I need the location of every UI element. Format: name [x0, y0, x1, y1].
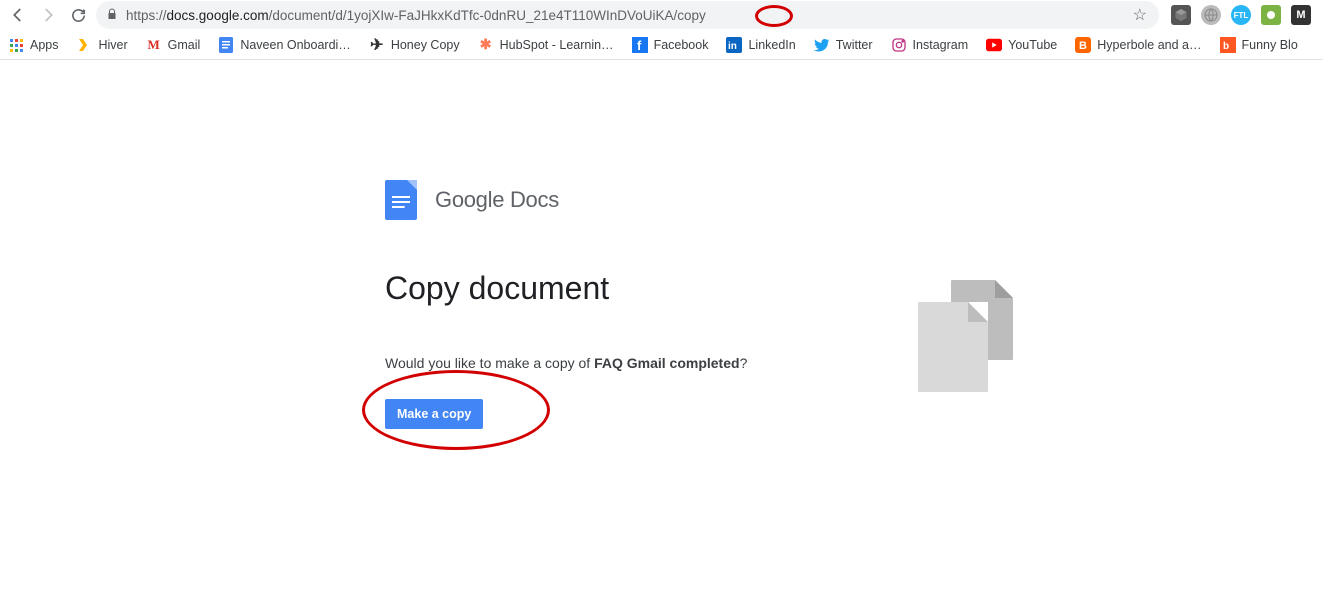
bookmark-item[interactable]: Hiver	[77, 37, 128, 53]
bookmark-label: Instagram	[913, 38, 969, 52]
bookmark-item[interactable]: Instagram	[891, 37, 969, 53]
bookmark-item[interactable]: B Hyperbole and a…	[1075, 37, 1201, 53]
browser-toolbar: https://docs.google.com/document/d/1yojX…	[0, 0, 1323, 30]
bookmark-label: Funny Blo	[1242, 38, 1298, 52]
bookmark-item[interactable]: M Gmail	[146, 37, 201, 53]
bookmark-item[interactable]: ✈ Honey Copy	[369, 37, 460, 53]
bookmark-item[interactable]: in LinkedIn	[726, 37, 795, 53]
bookmark-item[interactable]: YouTube	[986, 37, 1057, 53]
hubspot-icon: ✱	[478, 37, 494, 53]
bl-icon: B	[1075, 37, 1091, 53]
extension-icon[interactable]	[1171, 5, 1191, 25]
bookmark-item[interactable]: b Funny Blo	[1220, 37, 1298, 53]
extension-icon[interactable]: FTL	[1231, 5, 1251, 25]
docs-icon	[218, 37, 234, 53]
bookmark-item[interactable]: ✱ HubSpot - Learnin…	[478, 37, 614, 53]
bookmark-label: Hiver	[99, 38, 128, 52]
bookmark-label: Hyperbole and a…	[1097, 38, 1201, 52]
bookmark-item[interactable]: Twitter	[814, 37, 873, 53]
tw-icon	[814, 37, 830, 53]
hiver-icon	[77, 37, 93, 53]
nav-reload-button[interactable]	[66, 3, 90, 27]
document-stack-illustration	[918, 280, 1013, 400]
bookmark-label: Facebook	[654, 38, 709, 52]
svg-text:f: f	[637, 38, 642, 53]
bookmark-label: HubSpot - Learnin…	[500, 38, 614, 52]
bookmarks-bar: Apps Hiver M Gmail Naveen Onboardi… ✈ Honey Co…	[0, 30, 1323, 60]
extension-icon[interactable]: M	[1291, 5, 1311, 25]
svg-text:in: in	[728, 41, 737, 52]
url-text: https://docs.google.com/document/d/1yojX…	[126, 8, 1125, 23]
bookmark-label: Twitter	[836, 38, 873, 52]
extension-icons: FTL M	[1165, 5, 1317, 25]
address-bar[interactable]: https://docs.google.com/document/d/1yojX…	[96, 1, 1159, 29]
bookmark-item[interactable]: f Facebook	[632, 37, 709, 53]
in-icon: in	[726, 37, 742, 53]
bookmark-label: Apps	[30, 38, 59, 52]
make-a-copy-button[interactable]: Make a copy	[385, 399, 483, 429]
extension-icon[interactable]	[1261, 5, 1281, 25]
fb2-icon: b	[1220, 37, 1236, 53]
nav-forward-button[interactable]	[36, 3, 60, 27]
google-docs-icon	[385, 180, 417, 220]
brand-text: Google Docs	[435, 187, 559, 213]
bookmark-star-icon[interactable]: ☆	[1133, 5, 1147, 25]
brand-row: Google Docs	[385, 180, 1323, 220]
bookmark-label: Naveen Onboardi…	[240, 38, 350, 52]
svg-text:B: B	[1079, 40, 1087, 52]
extension-icon[interactable]	[1201, 5, 1221, 25]
nav-back-button[interactable]	[6, 3, 30, 27]
svg-text:b: b	[1223, 41, 1229, 52]
fb-icon: f	[632, 37, 648, 53]
bookmark-item[interactable]: Apps	[8, 37, 59, 53]
page-title: Copy document	[385, 270, 1323, 307]
honey-icon: ✈	[369, 37, 385, 53]
page-content: Google Docs Copy document Would you like…	[0, 60, 1323, 429]
doc-name: FAQ Gmail completed	[594, 355, 739, 371]
bookmark-label: YouTube	[1008, 38, 1057, 52]
bookmark-label: Honey Copy	[391, 38, 460, 52]
ig-icon	[891, 37, 907, 53]
bookmark-label: LinkedIn	[748, 38, 795, 52]
gmail-icon: M	[146, 37, 162, 53]
copy-prompt: Would you like to make a copy of FAQ Gma…	[385, 355, 1323, 371]
apps-icon	[8, 37, 24, 53]
bookmark-label: Gmail	[168, 38, 201, 52]
yt-icon	[986, 37, 1002, 53]
bookmark-item[interactable]: Naveen Onboardi…	[218, 37, 350, 53]
lock-icon	[106, 8, 118, 23]
